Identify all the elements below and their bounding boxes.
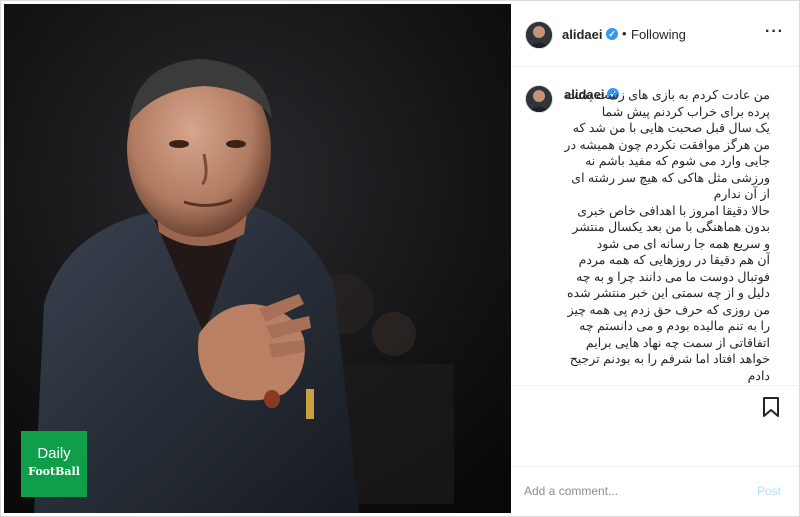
bookmark-icon-shape [763, 397, 779, 417]
watermark-line2: FootBall [28, 465, 80, 478]
header-separator: • [622, 26, 627, 41]
add-comment-bar: Add a comment... Post [512, 466, 798, 514]
avatar-image [526, 22, 552, 48]
verified-badge-icon: ✓ [606, 28, 618, 40]
caption-avatar-image [526, 86, 552, 112]
post-comment-button[interactable]: Post [757, 484, 781, 498]
post-side-panel: alidaei ✓ • Following ··· alidaei ✓ من ع… [512, 4, 798, 513]
header-username[interactable]: alidaei [562, 27, 602, 42]
following-button[interactable]: Following [631, 27, 686, 42]
add-comment-input[interactable]: Add a comment... [524, 484, 618, 498]
post-header: alidaei ✓ • Following ··· [512, 4, 798, 67]
instagram-post-window: alidaei ✓ • Following ··· alidaei ✓ من ع… [0, 0, 800, 517]
daily-football-watermark: Daily FootBall [21, 431, 87, 497]
post-actions-bar [512, 385, 798, 466]
caption-text: من عادت کردم به بازی های زشت پشت پرده بر… [564, 88, 770, 383]
watermark-line1: Daily [37, 445, 71, 462]
bookmark-icon[interactable] [761, 396, 781, 423]
avatar[interactable] [525, 21, 553, 49]
caption-avatar[interactable] [525, 85, 553, 113]
more-options-icon[interactable]: ··· [765, 23, 784, 41]
